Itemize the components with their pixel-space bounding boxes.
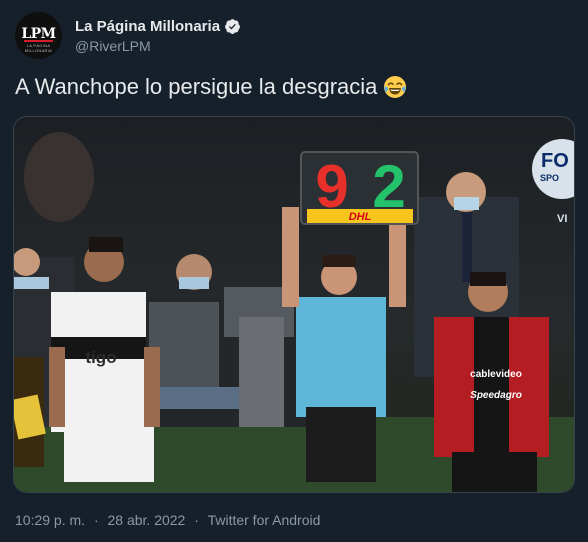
tweet-footer-meta: 10:29 p. m. · 28 abr. 2022 · Twitter for… bbox=[15, 512, 320, 528]
svg-text:SPO: SPO bbox=[540, 173, 559, 183]
svg-text:VI: VI bbox=[557, 213, 567, 225]
colon-shirt-sponsor-1: cablevideo bbox=[470, 369, 522, 380]
author-handle[interactable]: @RiverLPM bbox=[75, 38, 151, 54]
tweet-header: LPM LA PÁGINA MILLONARIA La Página Millo… bbox=[15, 10, 575, 60]
footer-separator: · bbox=[93, 512, 99, 528]
tweet-media-photo[interactable]: FO SPO VI tigo 9 2 DHL cablevideo Speeda… bbox=[13, 116, 575, 493]
laughing-crying-emoji-icon bbox=[384, 76, 407, 98]
author-display-name[interactable]: La Página Millonaria bbox=[75, 18, 220, 35]
footer-separator: · bbox=[194, 512, 199, 528]
tweet-text-content: A Wanchope lo persigue la desgracia bbox=[15, 74, 378, 99]
verified-badge-icon bbox=[225, 18, 240, 34]
tweet-source[interactable]: Twitter for Android bbox=[208, 512, 321, 528]
tweet-date[interactable]: 28 abr. 2022 bbox=[108, 512, 186, 528]
photo-scene: FO SPO VI tigo 9 2 DHL cablevideo Speeda… bbox=[14, 117, 574, 492]
board-sponsor-text: DHL bbox=[349, 211, 372, 223]
avatar-logo-subtext: LA PÁGINA MILLONARIA bbox=[24, 43, 53, 53]
avatar-logo-stripe bbox=[24, 40, 53, 42]
tweet-text: A Wanchope lo persigue la desgracia bbox=[15, 74, 407, 100]
tweet-time[interactable]: 10:29 p. m. bbox=[15, 512, 85, 528]
fox-sports-logo-text: FO bbox=[541, 150, 569, 172]
olimpia-shirt-sponsor: tigo bbox=[85, 348, 116, 367]
author-name-row: La Página Millonaria bbox=[75, 16, 241, 36]
colon-shirt-sponsor-2: Speedagro bbox=[470, 390, 522, 401]
avatar[interactable]: LPM LA PÁGINA MILLONARIA bbox=[15, 12, 62, 59]
